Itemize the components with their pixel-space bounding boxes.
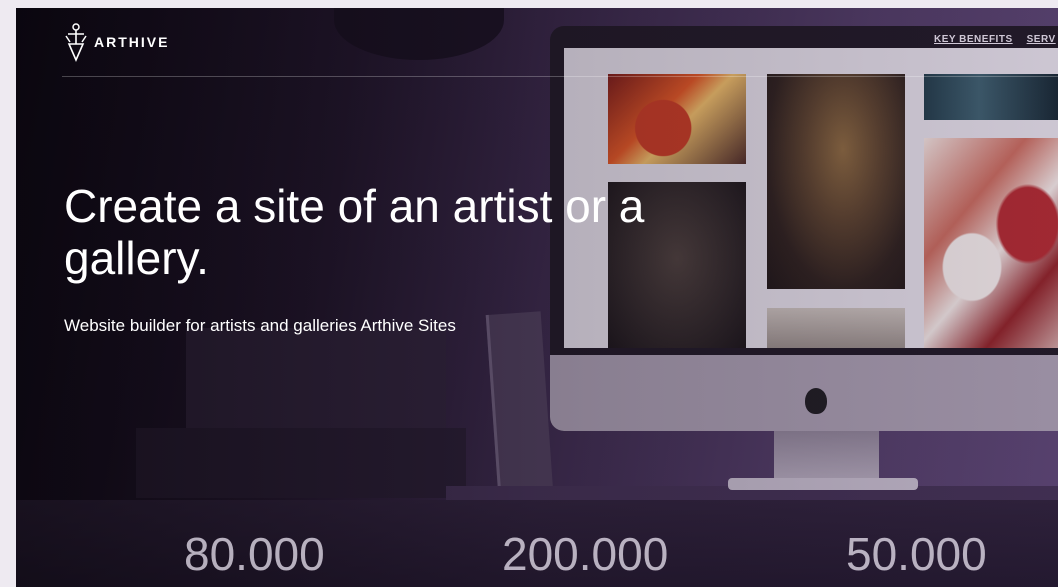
stat-value: 50.000 [846,528,987,580]
hero-section: ARTHIVE KEY BENEFITS SERV Create a site … [16,8,1058,587]
monitor-chin [550,355,1058,431]
monitor-foot [728,478,918,490]
nav-key-benefits[interactable]: KEY BENEFITS [934,34,1013,45]
artwork-thumbnail [608,74,746,164]
nav-services[interactable]: SERV [1027,34,1056,45]
book-shape [485,311,554,497]
top-nav: KEY BENEFITS SERV [934,34,1056,45]
monitor-stand [774,431,879,483]
header-divider [62,76,1058,77]
artwork-thumbnail [767,308,905,348]
brand-name: ARTHIVE [94,34,170,50]
arthive-logo-icon [65,23,87,62]
artwork-thumbnail [924,138,1058,348]
stat-value: 200.000 [502,528,669,580]
hero-subtitle: Website builder for artists and gallerie… [64,316,456,335]
apple-logo-icon [805,388,827,414]
hero-headline: Create a site of an artist or a gallery. [64,180,645,284]
artwork-thumbnail [767,74,905,289]
brand-logo[interactable]: ARTHIVE [64,22,169,62]
stat-value: 80.000 [184,528,325,580]
artwork-thumbnail [924,74,1058,120]
background-box [136,428,466,498]
lamp-shape [334,8,504,60]
